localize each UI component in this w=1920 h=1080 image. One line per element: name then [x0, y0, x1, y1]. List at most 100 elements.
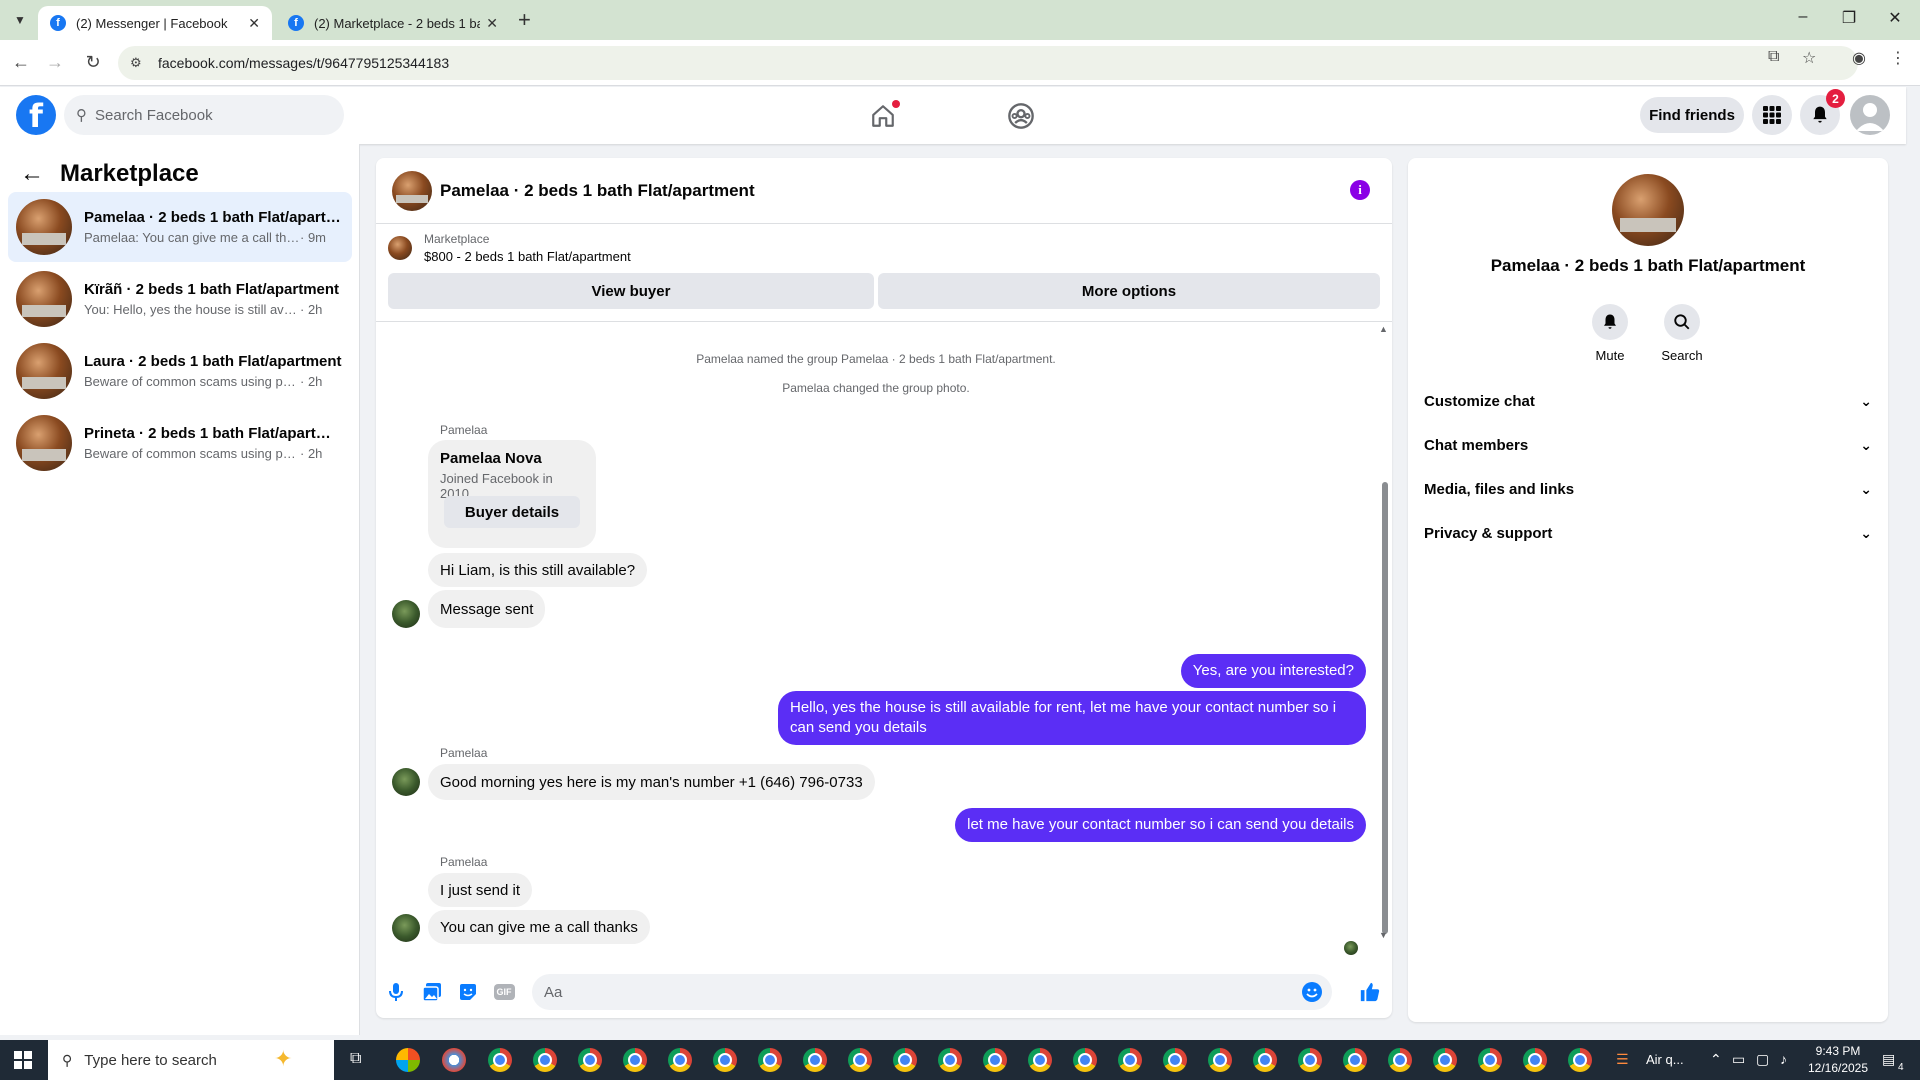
chrome-taskbar-icon[interactable] — [893, 1048, 917, 1072]
chrome-taskbar-icon[interactable] — [1298, 1048, 1322, 1072]
chrome-taskbar-icon[interactable] — [488, 1048, 512, 1072]
microphone-icon[interactable] — [384, 980, 408, 1004]
copilot-sparkle-icon[interactable]: ✦ — [274, 1046, 292, 1072]
copilot-app-icon[interactable] — [396, 1048, 420, 1072]
more-options-button[interactable]: More options — [878, 273, 1380, 309]
privacy-support-section[interactable]: Privacy & support ⌄ — [1424, 513, 1872, 553]
back-arrow-icon[interactable]: ← — [20, 160, 44, 188]
chat-members-section[interactable]: Chat members ⌄ — [1424, 425, 1872, 465]
app-icon[interactable] — [442, 1048, 466, 1072]
find-friends-button[interactable]: Find friends — [1640, 97, 1744, 133]
chrome-taskbar-icon[interactable] — [848, 1048, 872, 1072]
sender-avatar[interactable] — [392, 768, 420, 796]
tab-search-button[interactable]: ▼ — [8, 9, 32, 31]
incoming-message[interactable]: Message sent — [428, 590, 546, 628]
conversation-item[interactable]: Pamelaa · 2 beds 1 bath Flat/apartment P… — [8, 192, 352, 262]
sender-avatar[interactable] — [392, 600, 420, 628]
browser-menu-icon[interactable]: ⋮ — [1890, 48, 1906, 68]
photo-icon[interactable] — [420, 980, 444, 1004]
scroll-down-arrow-icon[interactable]: ▼ — [1379, 930, 1388, 940]
chrome-taskbar-icon[interactable] — [1568, 1048, 1592, 1072]
outgoing-message[interactable]: Yes, are you interested? — [1180, 654, 1366, 688]
maximize-button[interactable]: ❐ — [1826, 8, 1872, 28]
facebook-search-input[interactable] — [95, 106, 315, 124]
conversation-item[interactable]: Kïrãñ · 2 beds 1 bath Flat/apartment You… — [8, 264, 352, 334]
gif-icon[interactable]: GIF — [492, 980, 516, 1004]
notification-center-icon[interactable]: ▤ — [1882, 1051, 1895, 1068]
view-buyer-button[interactable]: View buyer — [388, 273, 874, 309]
reload-icon[interactable]: ↻ — [82, 52, 104, 73]
taskbar-time[interactable]: 9:43 PM — [1802, 1044, 1874, 1058]
chrome-taskbar-icon[interactable] — [623, 1048, 647, 1072]
weather-text[interactable]: Air q... — [1646, 1052, 1684, 1067]
facebook-logo[interactable]: f — [16, 95, 56, 135]
close-window-button[interactable]: ✕ — [1872, 8, 1918, 28]
facebook-search[interactable]: ⚲ — [64, 95, 344, 135]
chrome-taskbar-icon[interactable] — [983, 1048, 1007, 1072]
conversation-item[interactable]: Prineta · 2 beds 1 bath Flat/apartment B… — [8, 408, 352, 478]
taskbar-search-input[interactable] — [84, 1051, 265, 1069]
groups-nav-icon[interactable] — [1004, 99, 1038, 133]
conversation-item[interactable]: Laura · 2 beds 1 bath Flat/apartment Bew… — [8, 336, 352, 406]
media-files-links-section[interactable]: Media, files and links ⌄ — [1424, 469, 1872, 509]
outgoing-message[interactable]: let me have your contact number so i can… — [955, 808, 1366, 842]
chrome-taskbar-icon[interactable] — [1523, 1048, 1547, 1072]
tray-chevron-up-icon[interactable]: ⌃ — [1710, 1051, 1722, 1068]
windows-start-icon[interactable] — [14, 1051, 32, 1069]
volume-icon[interactable]: ♪ — [1780, 1051, 1787, 1067]
info-icon[interactable]: i — [1350, 180, 1370, 200]
sender-avatar[interactable] — [392, 914, 420, 942]
task-view-icon[interactable]: ⧉ — [350, 1050, 361, 1068]
new-tab-button[interactable]: + — [518, 8, 531, 32]
chrome-taskbar-icon[interactable] — [1343, 1048, 1367, 1072]
scroll-up-arrow-icon[interactable]: ▲ — [1379, 324, 1388, 334]
message-input-box[interactable] — [532, 974, 1332, 1010]
mute-action[interactable]: Mute — [1580, 304, 1640, 363]
chrome-taskbar-icon[interactable] — [533, 1048, 557, 1072]
chat-title[interactable]: Pamelaa · 2 beds 1 bath Flat/apartment — [440, 181, 755, 201]
chrome-taskbar-icon[interactable] — [758, 1048, 782, 1072]
incoming-message[interactable]: Hi Liam, is this still available? — [428, 553, 648, 587]
chrome-taskbar-icon[interactable] — [668, 1048, 692, 1072]
chrome-taskbar-icon[interactable] — [578, 1048, 602, 1072]
outgoing-message[interactable]: Hello, yes the house is still available … — [778, 691, 1366, 745]
tab-close-icon[interactable]: ✕ — [248, 15, 260, 32]
incoming-message[interactable]: Good morning yes here is my man's number… — [428, 764, 875, 800]
site-info-icon[interactable]: ⚙ — [130, 55, 150, 71]
chrome-taskbar-icon[interactable] — [803, 1048, 827, 1072]
emoji-icon[interactable] — [1302, 982, 1322, 1002]
sticker-icon[interactable] — [456, 980, 480, 1004]
meet-now-icon[interactable]: ▭ — [1732, 1051, 1745, 1068]
weather-icon[interactable]: ☰ — [1616, 1051, 1629, 1068]
customize-chat-section[interactable]: Customize chat ⌄ — [1424, 381, 1872, 421]
tab-marketplace[interactable]: f (2) Marketplace - 2 beds 1 bath ✕ — [276, 6, 510, 40]
forward-arrow-icon[interactable]: → — [44, 52, 66, 73]
tab-close-icon[interactable]: ✕ — [486, 15, 498, 32]
bookmark-star-icon[interactable]: ☆ — [1802, 48, 1816, 68]
network-icon[interactable]: ▢ — [1756, 1051, 1769, 1068]
incoming-message[interactable]: I just send it — [428, 873, 533, 907]
chrome-taskbar-icon[interactable] — [1073, 1048, 1097, 1072]
profile-icon[interactable]: ◉ — [1852, 48, 1866, 68]
message-scrollbar[interactable]: ▲ ▼ — [1379, 322, 1389, 942]
install-app-icon[interactable]: ⧉ — [1768, 48, 1779, 66]
chrome-taskbar-icon[interactable] — [1028, 1048, 1052, 1072]
back-arrow-icon[interactable]: ← — [10, 52, 32, 73]
thumbs-up-icon[interactable] — [1358, 980, 1382, 1004]
chrome-taskbar-icon[interactable] — [1433, 1048, 1457, 1072]
bell-icon[interactable] — [1592, 304, 1628, 340]
scrollbar-thumb[interactable] — [1382, 482, 1388, 934]
incoming-message[interactable]: You can give me a call thanks — [428, 910, 650, 944]
chrome-taskbar-icon[interactable] — [1478, 1048, 1502, 1072]
address-bar[interactable]: ⚙ facebook.com/messages/t/96477951253441… — [118, 46, 1858, 80]
tab-messenger[interactable]: f (2) Messenger | Facebook ✕ — [38, 6, 272, 40]
minimize-button[interactable]: – — [1780, 8, 1826, 26]
chrome-taskbar-icon[interactable] — [713, 1048, 737, 1072]
menu-grid-icon[interactable] — [1752, 95, 1792, 135]
search-icon[interactable] — [1664, 304, 1700, 340]
chat-thumbnail[interactable] — [392, 170, 432, 211]
chrome-taskbar-icon[interactable] — [1208, 1048, 1232, 1072]
message-input[interactable] — [544, 983, 1284, 1001]
listing-price-title[interactable]: $800 - 2 beds 1 bath Flat/apartment — [424, 249, 631, 264]
chat-photo[interactable] — [1612, 174, 1684, 246]
